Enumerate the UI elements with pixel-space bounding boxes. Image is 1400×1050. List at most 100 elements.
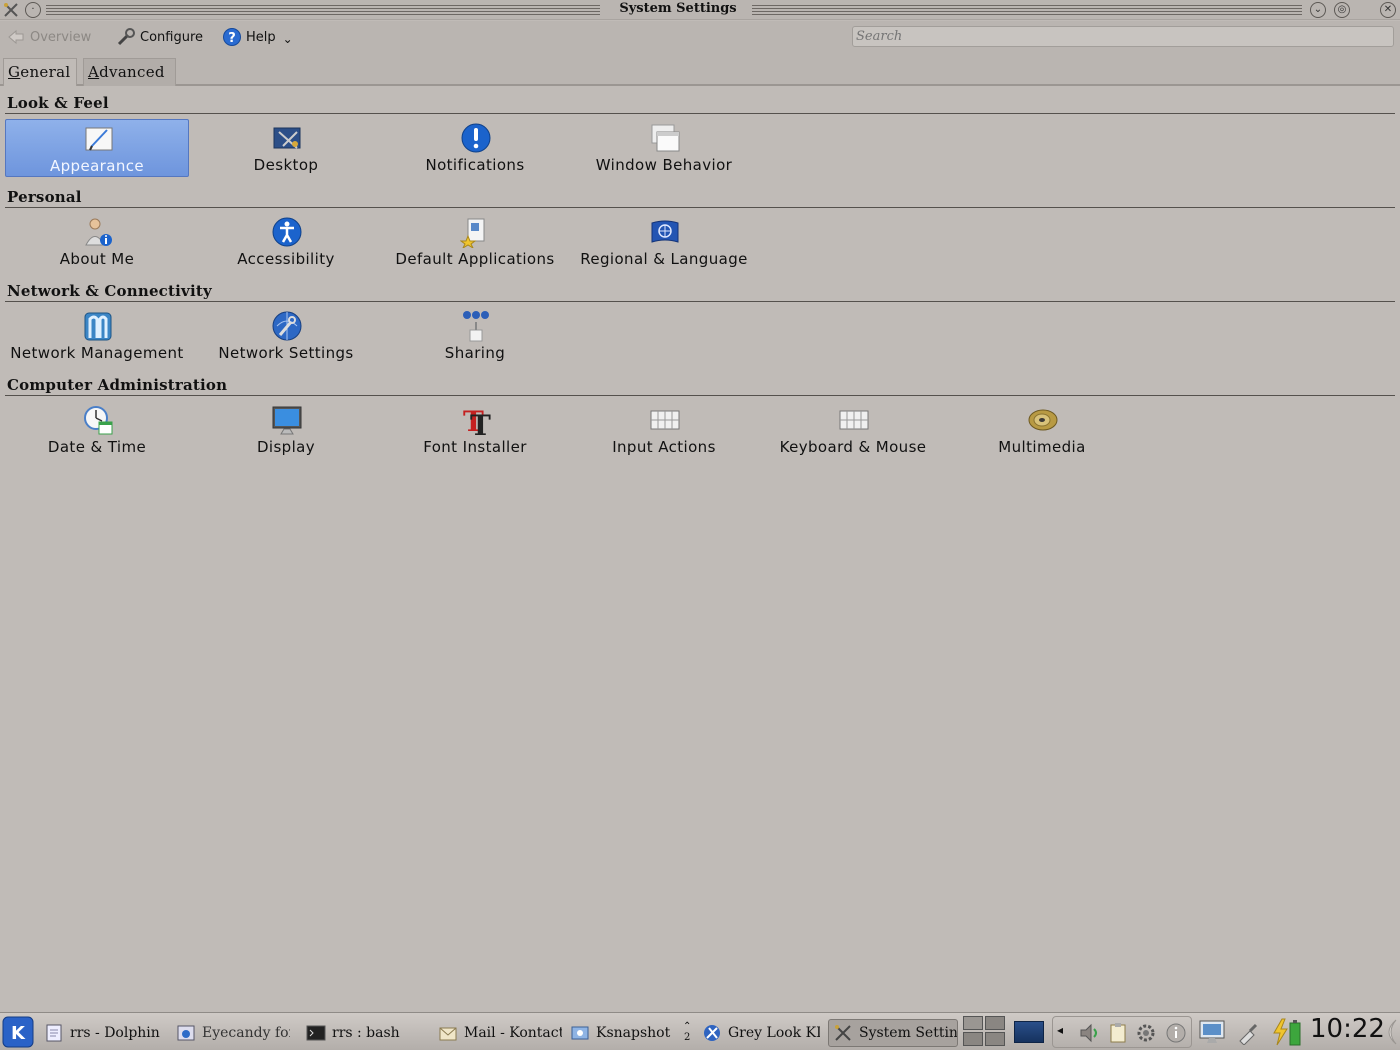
kde-menu-icon[interactable]: K <box>2 1016 34 1048</box>
system-settings-icon <box>835 1025 851 1041</box>
moon-icon[interactable] <box>1380 1017 1400 1047</box>
search-input[interactable] <box>852 26 1394 47</box>
section-divider <box>5 301 1395 302</box>
task-label: rrs - Dolphin <box>70 1025 160 1041</box>
section-title-look-feel: Look & Feel <box>7 94 109 112</box>
task-eyecandy[interactable]: Eyecandy for <box>176 1019 290 1047</box>
network-monitor-icon[interactable] <box>1198 1019 1226 1045</box>
gear-icon[interactable] <box>1135 1022 1157 1044</box>
help-dropdown-arrow-icon: ⌄ <box>282 32 293 46</box>
help-icon: ? <box>223 28 241 46</box>
settings-item-label: Date & Time <box>47 438 147 456</box>
network-management-icon <box>84 312 112 341</box>
pager-desktop-2[interactable] <box>985 1016 1005 1030</box>
volume-icon[interactable] <box>1079 1023 1101 1043</box>
maximize-button[interactable]: ◎ <box>1334 2 1350 18</box>
settings-item-regional-language[interactable]: Regional & Language <box>572 213 756 271</box>
tab-general-mnemonic: G <box>8 63 21 81</box>
settings-item-label: Notifications <box>425 156 525 174</box>
settings-item-notifications[interactable]: Notifications <box>383 119 567 177</box>
task-dolphin[interactable]: rrs - Dolphin <box>44 1019 162 1047</box>
settings-item-font-installer[interactable]: TT Font Installer <box>383 401 567 459</box>
settings-item-display[interactable]: Display <box>194 401 378 459</box>
usb-device-icon[interactable] <box>1236 1021 1260 1045</box>
tab-general[interactable]: General <box>3 58 77 86</box>
task-label: Grey Look KD <box>728 1025 820 1041</box>
settings-item-about-me[interactable]: About Me <box>5 213 189 271</box>
configure-button[interactable]: Configure <box>116 25 203 49</box>
task-grey-look[interactable]: Grey Look KD <box>702 1019 820 1047</box>
settings-item-multimedia[interactable]: Multimedia <box>950 401 1134 459</box>
task-label: Mail - Kontact <box>464 1025 562 1041</box>
title-bar-decoration <box>752 5 1302 15</box>
settings-item-label: Input Actions <box>612 438 716 456</box>
user-info-icon <box>85 218 112 246</box>
settings-item-label: Accessibility <box>237 250 335 268</box>
task-label: rrs : bash <box>332 1025 400 1041</box>
settings-item-desktop[interactable]: Desktop <box>194 119 378 177</box>
settings-item-keyboard-mouse[interactable]: Keyboard & Mouse <box>761 401 945 459</box>
task-kontact[interactable]: Mail - Kontact <box>438 1019 562 1047</box>
desktop-number: 2 <box>684 1032 691 1043</box>
settings-item-appearance[interactable]: Appearance <box>5 119 189 177</box>
keyboard-keys-icon <box>650 410 680 430</box>
settings-item-default-applications[interactable]: Default Applications <box>383 213 567 271</box>
clock[interactable]: 10:22 <box>1310 1014 1385 1044</box>
task-ksnapshot[interactable]: Ksnapshot <box>570 1019 674 1047</box>
network-settings-icon <box>272 311 302 341</box>
system-settings-app-icon[interactable] <box>3 2 19 18</box>
settings-item-network-settings[interactable]: Network Settings <box>194 307 378 365</box>
section-title-personal: Personal <box>7 188 82 206</box>
task-label: Eyecandy for <box>202 1025 290 1041</box>
tab-advanced[interactable]: Advanced <box>83 58 176 86</box>
settings-item-network-management[interactable]: Network Management <box>5 307 189 365</box>
svg-text:?: ? <box>228 31 236 46</box>
settings-item-sharing[interactable]: Sharing <box>383 307 567 365</box>
settings-item-label: Appearance <box>49 157 145 175</box>
speaker-icon <box>1028 409 1058 431</box>
pager-desktop-1[interactable] <box>963 1016 983 1030</box>
desktop-pager-number[interactable]: ⌃ 2 <box>683 1021 691 1043</box>
help-button[interactable]: ? Help ⌄ <box>222 25 293 49</box>
info-icon[interactable] <box>1165 1022 1187 1044</box>
title-bar[interactable]: · System Settings ⌄ ◎ ✕ <box>0 0 1400 20</box>
notification-icon <box>461 123 491 153</box>
settings-item-accessibility[interactable]: Accessibility <box>194 213 378 271</box>
task-system-settings[interactable]: System Settin <box>828 1019 958 1047</box>
file-manager-icon <box>46 1024 62 1042</box>
settings-item-input-actions[interactable]: Input Actions <box>572 401 756 459</box>
view-tabs: General Advanced <box>0 54 1400 86</box>
settings-item-label: Desktop <box>253 156 319 174</box>
settings-item-label: Window Behavior <box>595 156 733 174</box>
pager-desktop-4[interactable] <box>985 1032 1005 1046</box>
section-divider <box>5 207 1395 208</box>
virtual-desktop-pager[interactable] <box>963 1016 1007 1048</box>
tray-collapse-arrow-icon[interactable]: ◂ <box>1057 1023 1063 1037</box>
pager-desktop-3[interactable] <box>963 1032 983 1046</box>
settings-item-label: About Me <box>59 250 135 268</box>
overview-button[interactable]: Overview <box>6 25 91 49</box>
window-menu-button[interactable]: · <box>25 2 41 18</box>
clock-calendar-icon <box>84 406 113 435</box>
appearance-icon <box>85 127 113 151</box>
settings-item-date-time[interactable]: Date & Time <box>5 401 189 459</box>
battery-power-icon[interactable] <box>1270 1017 1304 1047</box>
desktop-icon <box>273 127 301 149</box>
svg-text:K: K <box>11 1023 26 1044</box>
konqueror-icon <box>704 1025 720 1041</box>
tab-advanced-mnemonic: A <box>88 63 100 81</box>
task-bash[interactable]: rrs : bash <box>306 1019 426 1047</box>
clipboard-icon[interactable] <box>1107 1022 1129 1044</box>
display-icon <box>272 406 302 435</box>
screenshot-icon <box>571 1026 589 1040</box>
close-button[interactable]: ✕ <box>1380 2 1396 18</box>
minimize-button[interactable]: ⌄ <box>1310 2 1326 18</box>
system-tray: ◂ <box>1052 1016 1192 1048</box>
show-desktop-icon[interactable] <box>1014 1021 1044 1043</box>
settings-item-label: Network Management <box>10 344 184 362</box>
pager-arrow-icon: ⌃ <box>683 1021 692 1032</box>
settings-item-window-behavior[interactable]: Window Behavior <box>572 119 756 177</box>
settings-item-label: Multimedia <box>998 438 1086 456</box>
window-title: System Settings <box>600 1 756 16</box>
window-behavior-icon <box>651 124 680 152</box>
